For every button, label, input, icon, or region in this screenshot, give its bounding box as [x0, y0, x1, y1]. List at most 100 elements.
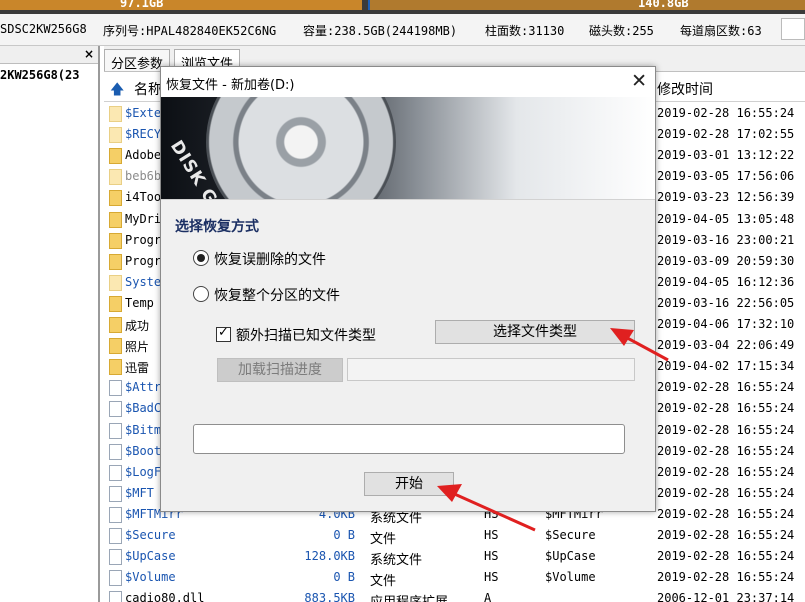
file-name: $Exte [125, 106, 162, 120]
file-name: 迅雷 [125, 361, 150, 376]
folder-icon [109, 232, 122, 249]
folder-icon [109, 295, 122, 312]
file-modified-time: 2019-03-16 23:00:21 [657, 232, 795, 247]
folder-icon [109, 359, 122, 376]
file-modified-time: 2019-02-28 16:55:24 [657, 528, 795, 542]
diskgenius-banner: DISK GENIUS [161, 97, 655, 199]
file-short-name: $UpCase [545, 549, 596, 564]
file-modified-time: 2019-04-05 13:05:48 [657, 211, 795, 226]
tree-node-disk[interactable]: 2KW256G8(23 [0, 68, 79, 82]
file-short-name: $Secure [545, 528, 596, 542]
radio-recover-deleted[interactable]: 恢复误删除的文件 [193, 248, 443, 270]
file-row[interactable]: cadio80.dll 883.5KB 应用程序扩展 A 2006-12-01 23:3… [104, 588, 805, 602]
disk-capacity: 容量:238.5GB(244198MB) [303, 24, 458, 38]
column-name[interactable]: 名称 [134, 79, 162, 99]
file-name: MyDri [125, 211, 162, 226]
file-icon [109, 506, 122, 523]
dialog-titlebar: 恢复文件 - 新加卷(D:) ✕ [161, 67, 655, 97]
file-modified-time: 2019-04-06 17:32:10 [657, 317, 795, 331]
progress-bar [193, 424, 625, 454]
file-name: Temp [125, 295, 154, 310]
section-title: 选择恢复方式 [175, 219, 259, 235]
disk-model: SDSC2KW256G8 [0, 22, 87, 36]
file-name: $MFT [125, 485, 154, 500]
column-modified-time[interactable]: 修改时间 [657, 79, 713, 99]
file-name: beb6b [125, 169, 162, 184]
file-name: Syste [125, 274, 162, 289]
file-icon [109, 528, 122, 544]
checkbox-extra-scan[interactable]: 额外扫描已知文件类型 [216, 324, 416, 346]
disk-heads: 磁头数:255 [589, 24, 654, 38]
file-modified-time: 2019-03-01 13:12:22 [657, 148, 795, 163]
tree-panel-header: × [0, 46, 98, 64]
file-name: $RECY [125, 127, 162, 142]
checkbox-extra-scan-label: 额外扫描已知文件类型 [236, 328, 376, 344]
dialog-options-panel: 选择恢复方式 恢复误删除的文件 恢复整个分区的文件 额外扫描已知文件类型 选择文… [161, 199, 655, 511]
checkbox-checked-icon[interactable] [216, 325, 231, 342]
file-name: $Attr [125, 380, 162, 395]
file-attributes: A [484, 591, 492, 602]
start-button[interactable]: 开始 [364, 472, 454, 496]
file-size: 883.5KB [304, 591, 355, 602]
file-name: Progr [125, 253, 162, 268]
hard-disk-image [206, 97, 396, 199]
file-row[interactable]: $Secure 0 B 文件 HS $Secure 2019-02-28 16:55:24 [104, 525, 805, 547]
file-icon [109, 401, 122, 418]
file-size: 128.0KB [304, 549, 355, 564]
file-attributes: HS [484, 528, 499, 542]
file-modified-time: 2019-03-16 22:56:05 [657, 295, 795, 310]
file-modified-time: 2019-02-28 16:55:24 [657, 506, 795, 521]
up-arrow-icon[interactable]: 🡅 [110, 79, 124, 103]
folder-icon [109, 190, 122, 207]
file-name: $Secure [125, 528, 176, 542]
file-icon [109, 464, 122, 481]
choose-file-types-button[interactable]: 选择文件类型 [435, 320, 635, 344]
file-name: $BadC [125, 401, 162, 416]
folder-icon [109, 253, 122, 270]
folder-icon [109, 169, 122, 186]
capacity-bar: 97.1GB 140.8GB [0, 0, 805, 14]
file-modified-time: 2019-02-28 17:02:55 [657, 127, 795, 142]
capacity-segment-right: 140.8GB [368, 0, 805, 10]
file-row[interactable]: $Volume 0 B 文件 HS $Volume 2019-02-28 16:55:24 [104, 567, 805, 589]
disk-info-bar: SDSC2KW256G8 序列号:HPAL482840EK52C6NG 容量:2… [0, 14, 805, 46]
file-icon [109, 443, 122, 460]
file-modified-time: 2019-02-28 16:55:24 [657, 464, 795, 479]
file-modified-time: 2019-03-23 12:56:39 [657, 190, 795, 205]
file-modified-time: 2019-02-28 16:55:24 [657, 443, 795, 458]
radio-unselected-icon[interactable] [193, 286, 209, 302]
file-name: i4Too [125, 190, 162, 205]
capacity-right-value: 140.8GB [638, 0, 689, 10]
file-type: 系统文件 [370, 553, 423, 569]
folder-icon [109, 274, 122, 291]
file-modified-time: 2019-02-28 16:55:24 [657, 401, 795, 416]
file-modified-time: 2019-02-28 16:55:24 [657, 549, 795, 564]
radio-selected-icon[interactable] [193, 250, 209, 266]
dialog-title: 恢复文件 - 新加卷(D:) [166, 78, 295, 93]
scan-progress-path-field[interactable] [347, 358, 635, 381]
close-icon[interactable]: ✕ [631, 70, 647, 92]
file-row[interactable]: $UpCase 128.0KB 系统文件 HS $UpCase 2019-02-28 16… [104, 546, 805, 569]
radio-recover-partition[interactable]: 恢复整个分区的文件 [193, 284, 443, 306]
folder-icon [109, 211, 122, 228]
disk-cylinders: 柱面数:31130 [485, 24, 565, 38]
file-name: $UpCase [125, 549, 176, 564]
radio-recover-deleted-label: 恢复误删除的文件 [214, 252, 326, 268]
info-box [781, 18, 805, 40]
folder-icon [109, 338, 122, 355]
file-modified-time: 2019-02-28 16:55:24 [657, 422, 795, 437]
load-scan-progress-button[interactable]: 加载扫描进度 [217, 358, 343, 382]
file-icon [109, 549, 122, 566]
file-modified-time: 2019-04-02 17:15:34 [657, 359, 795, 374]
file-name: Adobe [125, 148, 162, 163]
disk-sectors: 每道扇区数:63 [680, 24, 762, 38]
file-name: cadio80.dll [125, 591, 205, 602]
radio-recover-partition-label: 恢复整个分区的文件 [214, 288, 340, 304]
file-name: $LogF [125, 464, 162, 479]
file-short-name: $Volume [545, 570, 596, 585]
folder-icon [109, 106, 122, 122]
folder-icon [109, 127, 122, 144]
file-name: $Bitm [125, 422, 162, 437]
close-icon[interactable]: × [84, 47, 94, 61]
file-name: 照片 [125, 340, 150, 355]
